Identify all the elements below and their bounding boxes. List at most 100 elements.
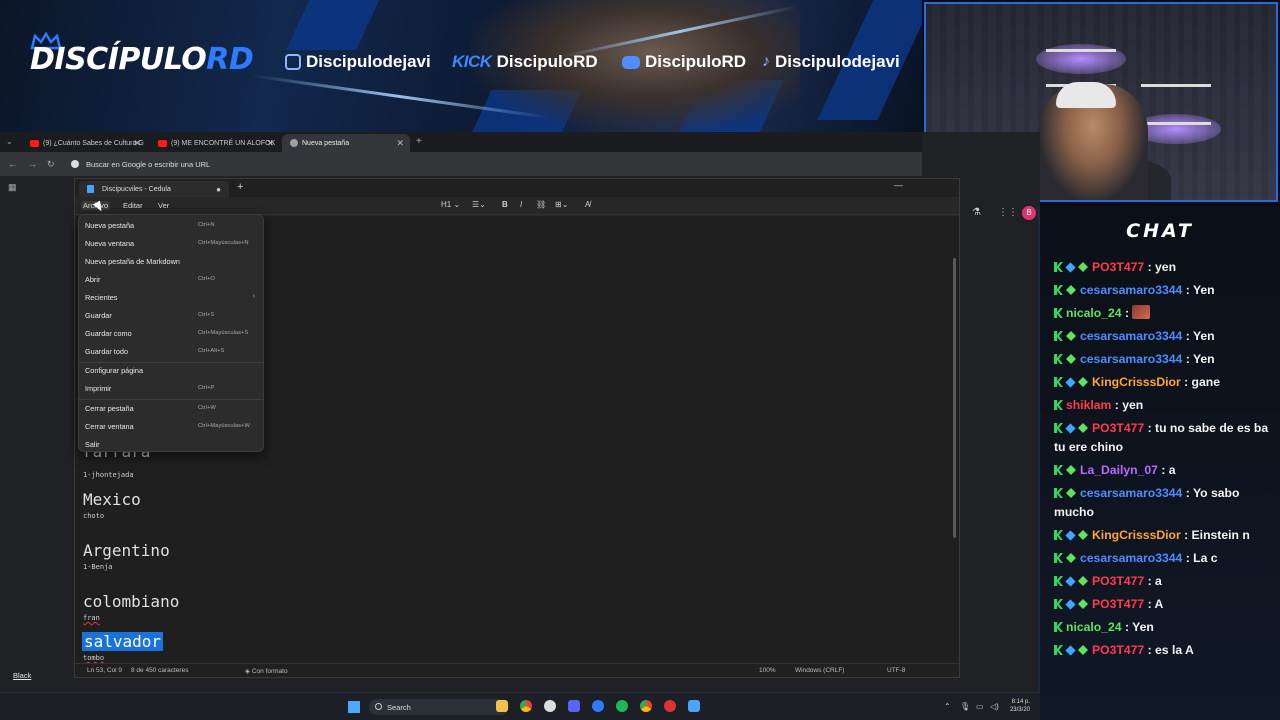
taskbar-search[interactable]: Search [369,699,509,715]
chat-username[interactable]: PO3T477 [1092,574,1144,588]
browser-tab-2[interactable]: (9) ME ENCONTRÉ UN ALOFOK ✕ [150,134,280,152]
menu-item-new-tab[interactable]: Nueva pestaña Ctrl+N [85,221,259,230]
chat-text: : [1124,306,1130,320]
chat-username[interactable]: PO3T477 [1092,597,1144,611]
system-clock[interactable]: 8:14 p. 23/3/20 [1010,698,1030,714]
chat-username[interactable]: PO3T477 [1092,260,1144,274]
gem-badge-icon [1078,262,1088,272]
chat-username[interactable]: cesarsamaro3344 [1080,486,1182,500]
menu-item-save-all[interactable]: Guardar todo Ctrl+Alt+S [85,347,259,356]
chat-username[interactable]: cesarsamaro3344 [1080,329,1182,343]
encoding[interactable]: UTF-8 [887,667,905,674]
obs-icon[interactable] [544,700,556,712]
menu-item-close-tab[interactable]: Cerrar pestaña Ctrl+W [85,404,259,413]
spotify-icon[interactable] [616,700,628,712]
chrome-icon[interactable] [520,700,532,712]
chat-username[interactable]: PO3T477 [1092,421,1144,435]
kick-badge-icon [1054,645,1063,655]
forward-icon[interactable]: → [28,159,37,169]
notepad-tab[interactable]: Discipucviles - Cedula ● [79,181,229,197]
file-menu-dropdown: Nueva pestaña Ctrl+N Nueva ventana Ctrl+Ma… [78,214,264,452]
chat-username[interactable]: cesarsamaro3344 [1080,352,1182,366]
chat-username[interactable]: shiklam [1066,398,1111,412]
line-endings[interactable]: Windows (CRLF) [795,667,844,674]
chat-message: PO3T477 : A [1054,595,1278,614]
omnibox-input[interactable]: Buscar en Google o escribir una URL [86,160,210,169]
wifi-icon[interactable]: ▭ [976,702,984,711]
list-icon[interactable]: ☰⌄ [472,200,486,209]
chat-username[interactable]: nicalo_24 [1066,306,1122,320]
chat-username[interactable]: cesarsamaro3344 [1080,551,1182,565]
chat-text: : Yen [1124,620,1154,634]
file-explorer-icon[interactable] [496,700,508,712]
browser-tab-1[interactable]: (9) ¿Cuánto Sabes de Cultura G ✕ [22,134,147,152]
close-icon[interactable]: ✕ [266,138,274,149]
stream-banner: DISCÍPULORD Discipulodejavi KICK Discipul… [0,0,922,132]
zoom-level[interactable]: 100% [759,667,776,674]
profile-avatar[interactable]: B [1022,206,1036,220]
volume-icon[interactable]: ◁) [990,702,999,711]
minimize-icon[interactable]: — [894,180,903,190]
menu-editar[interactable]: Editar [123,201,143,210]
chat-username[interactable]: cesarsamaro3344 [1080,283,1182,297]
table-icon[interactable]: ⊞⌄ [555,200,568,209]
app-icon[interactable] [664,700,676,712]
flask-icon[interactable]: ⚗ [972,207,981,218]
menu-ver[interactable]: Ver [158,201,169,210]
doc-selected-heading: salvador [82,632,164,651]
menu-item-save[interactable]: Guardar Ctrl+S [85,311,259,320]
menu-item-open[interactable]: Abrir Ctrl+O [85,275,259,284]
mic-icon[interactable]: 🎙 [960,702,970,711]
gem-badge-icon [1066,331,1076,341]
menu-item-recent[interactable]: Recientes › [85,293,259,302]
emote-icon [1132,305,1151,319]
kick-badge-icon [1054,553,1063,563]
chevron-up-icon[interactable]: ⌃ [944,702,951,711]
kick-badge-icon [1054,400,1063,410]
menu-item-exit[interactable]: Salir [85,440,259,449]
close-icon[interactable]: ✕ [133,138,141,149]
close-icon[interactable]: ✕ [396,138,404,149]
menu-item-print[interactable]: Imprimir Ctrl+P [85,384,259,393]
chat-text: : Yen [1185,352,1215,366]
menu-item-new-markdown-tab[interactable]: Nueva pestaña de Markdown [85,257,259,266]
black-link[interactable]: Black [13,671,31,680]
windows-start-icon[interactable] [348,701,360,713]
heading-dropdown[interactable]: H1 ⌄ [441,200,460,209]
back-icon[interactable]: ← [8,159,17,169]
chat-username[interactable]: La_Dailyn_07 [1080,463,1158,477]
chat-username[interactable]: nicalo_24 [1066,620,1122,634]
chat-username[interactable]: KingCrisssDior [1092,528,1181,542]
italic-icon[interactable]: I [520,200,522,209]
reload-icon[interactable]: ↻ [47,159,55,170]
clear-format-icon[interactable]: A̸ [585,200,590,209]
apps-icon[interactable]: ⋮⋮ [998,207,1018,218]
kick-badge-icon [1054,576,1063,586]
unsaved-dot-icon[interactable]: ● [216,185,221,194]
format-toggle[interactable]: ◈ Con formato [245,667,288,675]
menu-item-page-setup[interactable]: Configurar página [85,366,259,375]
apps-grid-icon[interactable]: ▦ [8,182,17,193]
menu-item-new-window[interactable]: Nueva ventana Ctrl+Mayúsculas+N [85,239,259,248]
discord-icon[interactable] [568,700,580,712]
doc-sub-line: choto [83,512,105,520]
app-icon[interactable] [592,700,604,712]
gem-badge-icon [1078,599,1088,609]
browser-tab-3[interactable]: Nueva pestaña ✕ [282,134,410,152]
bold-icon[interactable]: B [502,200,508,209]
chat-username[interactable]: KingCrisssDior [1092,375,1181,389]
cursor-position: Ln 53, Col 9 [87,667,123,674]
menu-item-save-as[interactable]: Guardar como Ctrl+Mayúsculas+S [85,329,259,338]
chat-username[interactable]: PO3T477 [1092,643,1144,657]
new-tab-icon[interactable]: + [416,136,422,147]
notepad-icon[interactable] [688,700,700,712]
gem-badge-icon [1078,377,1088,387]
tab-search-icon[interactable]: ⌄ [6,137,13,146]
editor-scrollbar[interactable] [953,258,956,538]
link-icon[interactable]: ⛓ [536,200,546,209]
menu-item-close-window[interactable]: Cerrar ventana Ctrl+Mayúsculas+W [85,422,259,431]
kick-badge-icon [1054,308,1063,318]
new-tab-icon[interactable]: + [237,181,243,193]
youtube-handle: DiscipuloRD [622,52,746,72]
chrome-icon[interactable] [640,700,652,712]
